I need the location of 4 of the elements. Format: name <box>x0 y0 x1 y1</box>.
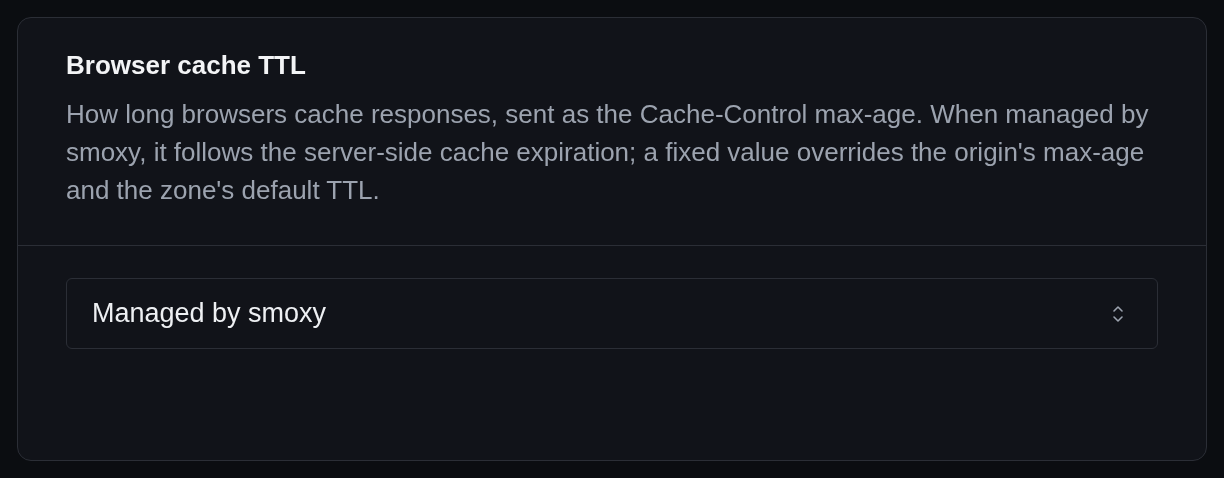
chevron-up-down-icon <box>1111 303 1125 324</box>
setting-description: How long browsers cache responses, sent as the Cache-Control max-age. When managed by smoxy, it follows the server-side cache expiration; a fixed value overrides the origin's max-age and the zone's default TTL. <box>66 98 1150 207</box>
ttl-select[interactable]: Managed by smoxy <box>66 278 1158 349</box>
setting-title: Browser cache TTL <box>66 50 307 81</box>
